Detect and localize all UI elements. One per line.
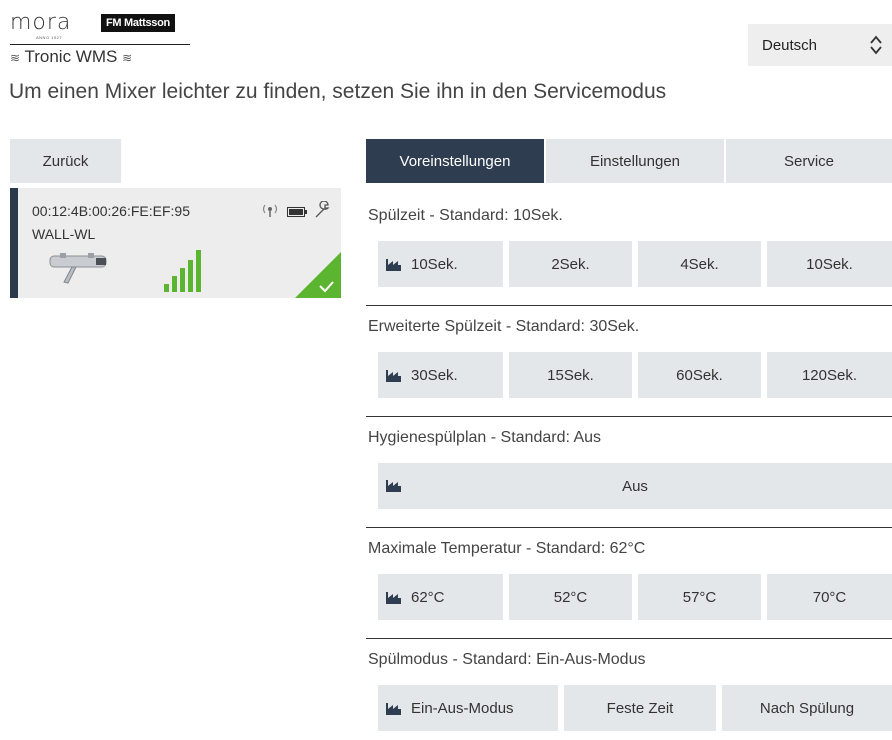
section-divider — [366, 305, 892, 306]
tab-einstellungen[interactable]: Einstellungen — [546, 139, 726, 183]
tab-voreinstellungen[interactable]: Voreinstellungen — [366, 139, 546, 183]
section-divider — [366, 416, 892, 417]
mora-logo: mora — [10, 10, 72, 35]
option-label: Aus — [622, 477, 648, 495]
option-button[interactable]: 70°C — [767, 574, 892, 620]
option-button[interactable]: 4Sek. — [638, 241, 761, 287]
factory-icon — [386, 480, 401, 492]
language-select-value: Deutsch — [762, 36, 818, 54]
factory-icon — [386, 259, 401, 271]
option-button-default[interactable]: Aus — [378, 463, 892, 509]
brand-logo: mora ANNO 1927 FM Mattsson ≋ Tronic WMS … — [10, 10, 195, 70]
product-logo: ≋ Tronic WMS ≋ — [10, 47, 132, 67]
option-row: 10Sek. 2Sek. 4Sek. 10Sek. — [378, 241, 892, 287]
faucet-image — [48, 252, 110, 291]
option-button[interactable]: 2Sek. — [509, 241, 632, 287]
factory-icon — [386, 592, 401, 604]
battery-icon — [287, 204, 307, 222]
updown-chevron-icon — [870, 35, 882, 55]
section-title: Hygienespülplan - Standard: Aus — [368, 429, 602, 446]
option-button[interactable]: 120Sek. — [767, 352, 892, 398]
option-button[interactable]: 60Sek. — [638, 352, 761, 398]
section-title: Maximale Temperatur - Standard: 62°C — [368, 540, 646, 557]
option-button-default[interactable]: 30Sek. — [378, 352, 503, 398]
section-divider — [366, 527, 892, 528]
language-select[interactable]: Deutsch — [748, 24, 892, 66]
product-name: Tronic WMS — [24, 47, 118, 66]
back-button[interactable]: Zurück — [10, 139, 121, 183]
option-label: Ein-Aus-Modus — [411, 699, 514, 717]
option-label: 30Sek. — [411, 366, 458, 384]
wave-icon: ≋ — [122, 51, 133, 65]
option-label: 10Sek. — [411, 255, 458, 273]
option-button[interactable]: 57°C — [638, 574, 761, 620]
option-row: 62°C 52°C 57°C 70°C — [378, 574, 892, 620]
logo-divider — [10, 44, 190, 45]
section-divider — [366, 638, 892, 639]
settings-tabs: Voreinstellungen Einstellungen Service — [366, 139, 892, 183]
option-button[interactable]: Nach Spülung — [722, 685, 892, 731]
option-row: Aus — [378, 463, 892, 509]
device-mac: 00:12:4B:00:26:FE:EF:95 — [32, 203, 190, 219]
factory-icon — [386, 370, 401, 382]
factory-icon — [386, 703, 401, 715]
mora-anno: ANNO 1927 — [36, 35, 63, 40]
device-card[interactable]: 00:12:4B:00:26:FE:EF:95 WALL-WL — [10, 188, 341, 298]
option-button-default[interactable]: 10Sek. — [378, 241, 503, 287]
section-title: Spülzeit - Standard: 10Sek. — [368, 207, 563, 224]
option-button-default[interactable]: 62°C — [378, 574, 503, 620]
section-title: Spülmodus - Standard: Ein-Aus-Modus — [368, 651, 646, 668]
option-row: 30Sek. 15Sek. 60Sek. 120Sek. — [378, 352, 892, 398]
service-mode-hint: Um einen Mixer leichter zu finden, setze… — [9, 80, 667, 103]
tab-service[interactable]: Service — [726, 139, 892, 183]
fm-mattsson-logo: FM Mattsson — [101, 14, 175, 32]
option-row: Ein-Aus-Modus Feste Zeit Nach Spülung — [378, 685, 892, 731]
option-button[interactable]: 15Sek. — [509, 352, 632, 398]
option-button[interactable]: 52°C — [509, 574, 632, 620]
check-icon — [295, 252, 341, 298]
option-button[interactable]: 10Sek. — [767, 241, 892, 287]
wave-icon: ≋ — [10, 51, 21, 65]
wrench-icon[interactable] — [314, 200, 332, 224]
option-button[interactable]: Feste Zeit — [564, 685, 716, 731]
device-name: WALL-WL — [32, 226, 96, 242]
signal-strength-icon — [164, 248, 201, 292]
device-status-icons — [260, 200, 332, 224]
option-button-default[interactable]: Ein-Aus-Modus — [378, 685, 558, 731]
option-label: 62°C — [411, 588, 445, 606]
section-title: Erweiterte Spülzeit - Standard: 30Sek. — [368, 318, 640, 335]
radio-signal-icon — [260, 203, 280, 222]
